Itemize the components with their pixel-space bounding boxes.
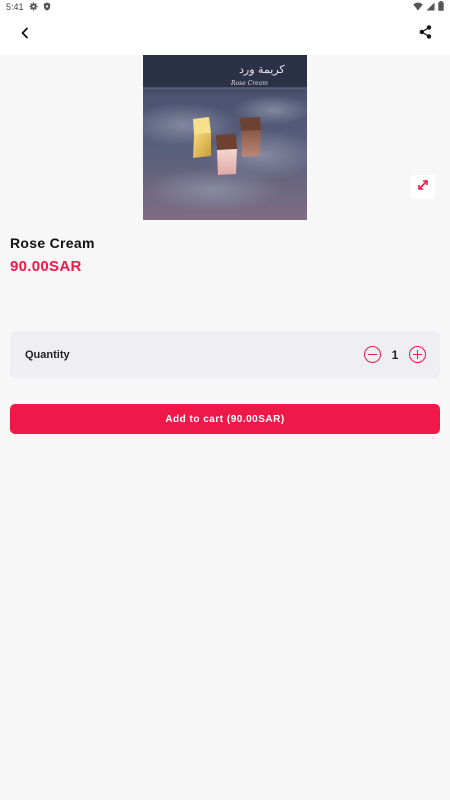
status-bar: 5:41 xyxy=(0,0,450,14)
shield-icon xyxy=(43,1,51,13)
product-name: Rose Cream xyxy=(10,235,95,251)
back-button[interactable] xyxy=(14,24,36,46)
quantity-stepper: 1 xyxy=(364,346,426,363)
share-button[interactable] xyxy=(414,24,436,46)
decrement-button[interactable] xyxy=(364,346,381,363)
expand-icon xyxy=(416,178,430,197)
expand-image-button[interactable] xyxy=(411,175,435,199)
gear-icon xyxy=(28,1,38,13)
product-image[interactable]: كريمة ورد Rose Cream xyxy=(143,55,307,220)
chevron-left-icon xyxy=(19,26,31,44)
add-to-cart-button[interactable]: Add to cart (90.00SAR) xyxy=(10,404,440,434)
image-caption: Rose Cream xyxy=(231,80,268,87)
signal-icon xyxy=(426,2,435,13)
image-caption-ar: كريمة ورد xyxy=(239,63,285,76)
wifi-icon xyxy=(413,2,423,13)
increment-button[interactable] xyxy=(409,346,426,363)
top-app-bar xyxy=(0,14,450,55)
quantity-card: Quantity 1 xyxy=(10,331,440,378)
share-icon xyxy=(419,25,432,44)
status-time: 5:41 xyxy=(6,2,24,12)
battery-icon xyxy=(438,1,444,13)
quantity-value: 1 xyxy=(391,347,399,362)
product-price: 90.00SAR xyxy=(10,258,82,275)
quantity-label: Quantity xyxy=(25,348,70,361)
